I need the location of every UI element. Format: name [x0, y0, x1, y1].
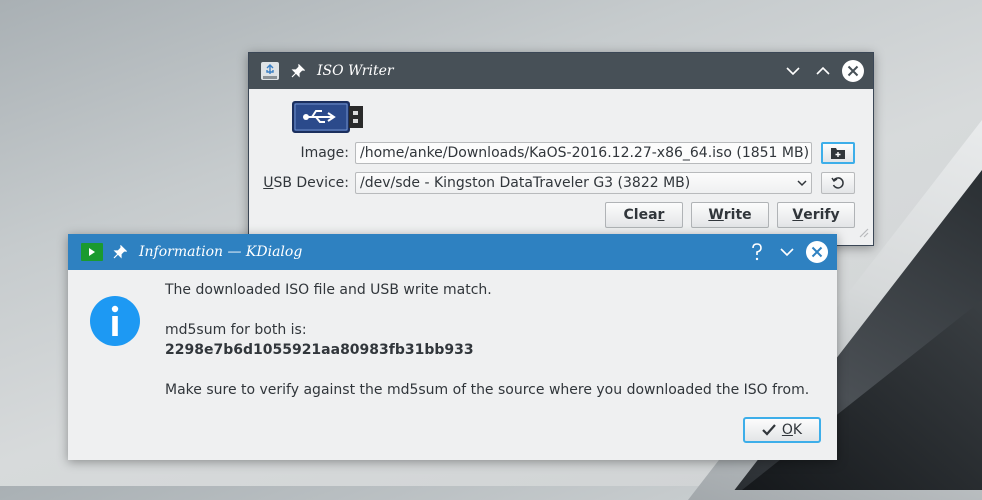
refresh-devices-button[interactable]: [821, 172, 855, 194]
close-button[interactable]: [841, 59, 865, 83]
checkmark-icon: [762, 424, 776, 436]
ok-button[interactable]: OK: [743, 417, 821, 443]
open-folder-icon: [831, 148, 845, 159]
image-label: Image:: [300, 145, 349, 161]
clear-button[interactable]: Clea r: [605, 202, 683, 228]
iso-writer-window: ISO Writer Image: /home/anke/Downloads/K…: [248, 52, 874, 246]
terminal-icon: [81, 243, 103, 261]
dialog-titlebar[interactable]: Information — KDialog: [68, 234, 837, 270]
message-line-1: The downloaded ISO file and USB write ma…: [165, 282, 492, 298]
pin-icon[interactable]: [289, 62, 307, 80]
message-line-2: md5sum for both is:: [165, 322, 307, 338]
message-line-3: Make sure to verify against the md5sum o…: [165, 382, 810, 398]
iso-writer-titlebar[interactable]: ISO Writer: [249, 53, 873, 89]
usb-label-accel: U: [263, 175, 274, 191]
information-icon: [89, 295, 141, 351]
close-button[interactable]: [805, 240, 829, 264]
dialog-title: Information — KDialog: [139, 244, 303, 260]
close-icon: [842, 60, 864, 82]
image-path-field[interactable]: /home/anke/Downloads/KaOS-2016.12.27-x86…: [355, 142, 812, 164]
help-button[interactable]: [745, 240, 769, 264]
chevron-down-icon: [797, 173, 807, 193]
minimize-button[interactable]: [775, 240, 799, 264]
write-button[interactable]: Write: [691, 202, 769, 228]
refresh-icon: [831, 177, 844, 189]
image-path-value: /home/anke/Downloads/KaOS-2016.12.27-x86…: [360, 145, 810, 161]
close-icon: [806, 241, 828, 263]
usb-drive-image: [292, 101, 366, 137]
pin-icon[interactable]: [111, 243, 129, 261]
ok-label: OK: [781, 422, 803, 438]
usb-drive-icon: [259, 60, 281, 82]
minimize-button[interactable]: [781, 59, 805, 83]
minimize-icon: [780, 248, 794, 257]
usb-label-rest: SB Device:: [273, 175, 349, 191]
usb-device-label: USB Device:: [263, 175, 349, 191]
resize-grip-icon[interactable]: [859, 223, 869, 242]
help-icon: [752, 243, 762, 261]
maximize-icon: [816, 66, 830, 75]
open-image-button[interactable]: [821, 142, 855, 164]
maximize-button[interactable]: [811, 59, 835, 83]
md5-checksum: 2298e7b6d1055921aa80983fb31bb933: [165, 342, 474, 358]
minimize-icon: [786, 67, 800, 76]
verify-button[interactable]: Verify: [777, 202, 855, 228]
window-title: ISO Writer: [317, 63, 394, 79]
usb-device-value: /dev/sde - Kingston DataTraveler G3 (382…: [360, 175, 691, 191]
usb-device-select[interactable]: /dev/sde - Kingston DataTraveler G3 (382…: [355, 172, 812, 194]
information-dialog: Information — KDialog The downloaded ISO…: [68, 234, 837, 460]
